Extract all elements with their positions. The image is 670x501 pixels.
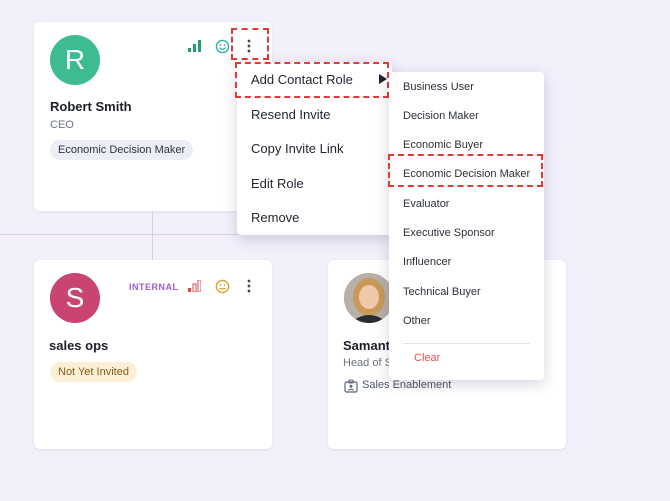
menu-item-copy-invite-link[interactable]: Copy Invite Link [237, 141, 392, 156]
role-option-economic-decision-maker[interactable]: Economic Decision Maker [389, 168, 544, 180]
contact-name: Robert Smith [50, 99, 132, 114]
menu-item-remove[interactable]: Remove [237, 210, 392, 225]
avatar: S [50, 273, 100, 323]
role-option-influencer[interactable]: Influencer [389, 256, 544, 268]
neutral-face-icon[interactable] [214, 278, 230, 294]
submenu-arrow-icon [378, 72, 388, 86]
role-option-executive-sponsor[interactable]: Executive Sponsor [389, 227, 544, 239]
submenu-divider [403, 343, 530, 344]
contact-title: Head of S [343, 357, 392, 369]
internal-badge: INTERNAL [129, 282, 179, 292]
avatar-photo [344, 273, 394, 323]
invite-status-chip: Not Yet Invited [50, 362, 137, 382]
clear-role-button[interactable]: Clear [389, 352, 544, 364]
role-chip: Economic Decision Maker [50, 140, 194, 160]
role-option-other[interactable]: Other [389, 315, 544, 327]
role-option-business-user[interactable]: Business User [389, 81, 544, 93]
contact-card-sales-ops[interactable]: S INTERNAL sales ops Not Yet Invited [34, 260, 272, 449]
menu-item-add-contact-role[interactable]: Add Contact Role [237, 72, 392, 87]
role-option-technical-buyer[interactable]: Technical Buyer [389, 286, 544, 298]
contact-role-submenu: Business User Decision Maker Economic Bu… [389, 72, 544, 380]
contact-name: sales ops [49, 338, 109, 353]
role-option-evaluator[interactable]: Evaluator [389, 198, 544, 210]
avatar: R [50, 35, 100, 85]
org-connector-vertical [152, 210, 153, 260]
menu-item-resend-invite[interactable]: Resend Invite [237, 107, 392, 122]
menu-item-edit-role[interactable]: Edit Role [237, 176, 392, 191]
smile-face-icon[interactable] [214, 38, 230, 54]
kebab-menu-icon[interactable] [242, 278, 256, 294]
contact-context-menu: Add Contact Role Resend Invite Copy Invi… [237, 62, 392, 235]
signal-bars-icon [187, 279, 201, 293]
signal-bars-icon [187, 39, 201, 53]
department-label: Sales Enablement [362, 379, 452, 391]
contact-name: Samant [343, 338, 390, 353]
id-badge-icon [343, 378, 358, 393]
role-option-economic-buyer[interactable]: Economic Buyer [389, 139, 544, 151]
role-option-decision-maker[interactable]: Decision Maker [389, 110, 544, 122]
contact-title: CEO [50, 119, 74, 131]
kebab-menu-icon[interactable] [242, 38, 256, 54]
